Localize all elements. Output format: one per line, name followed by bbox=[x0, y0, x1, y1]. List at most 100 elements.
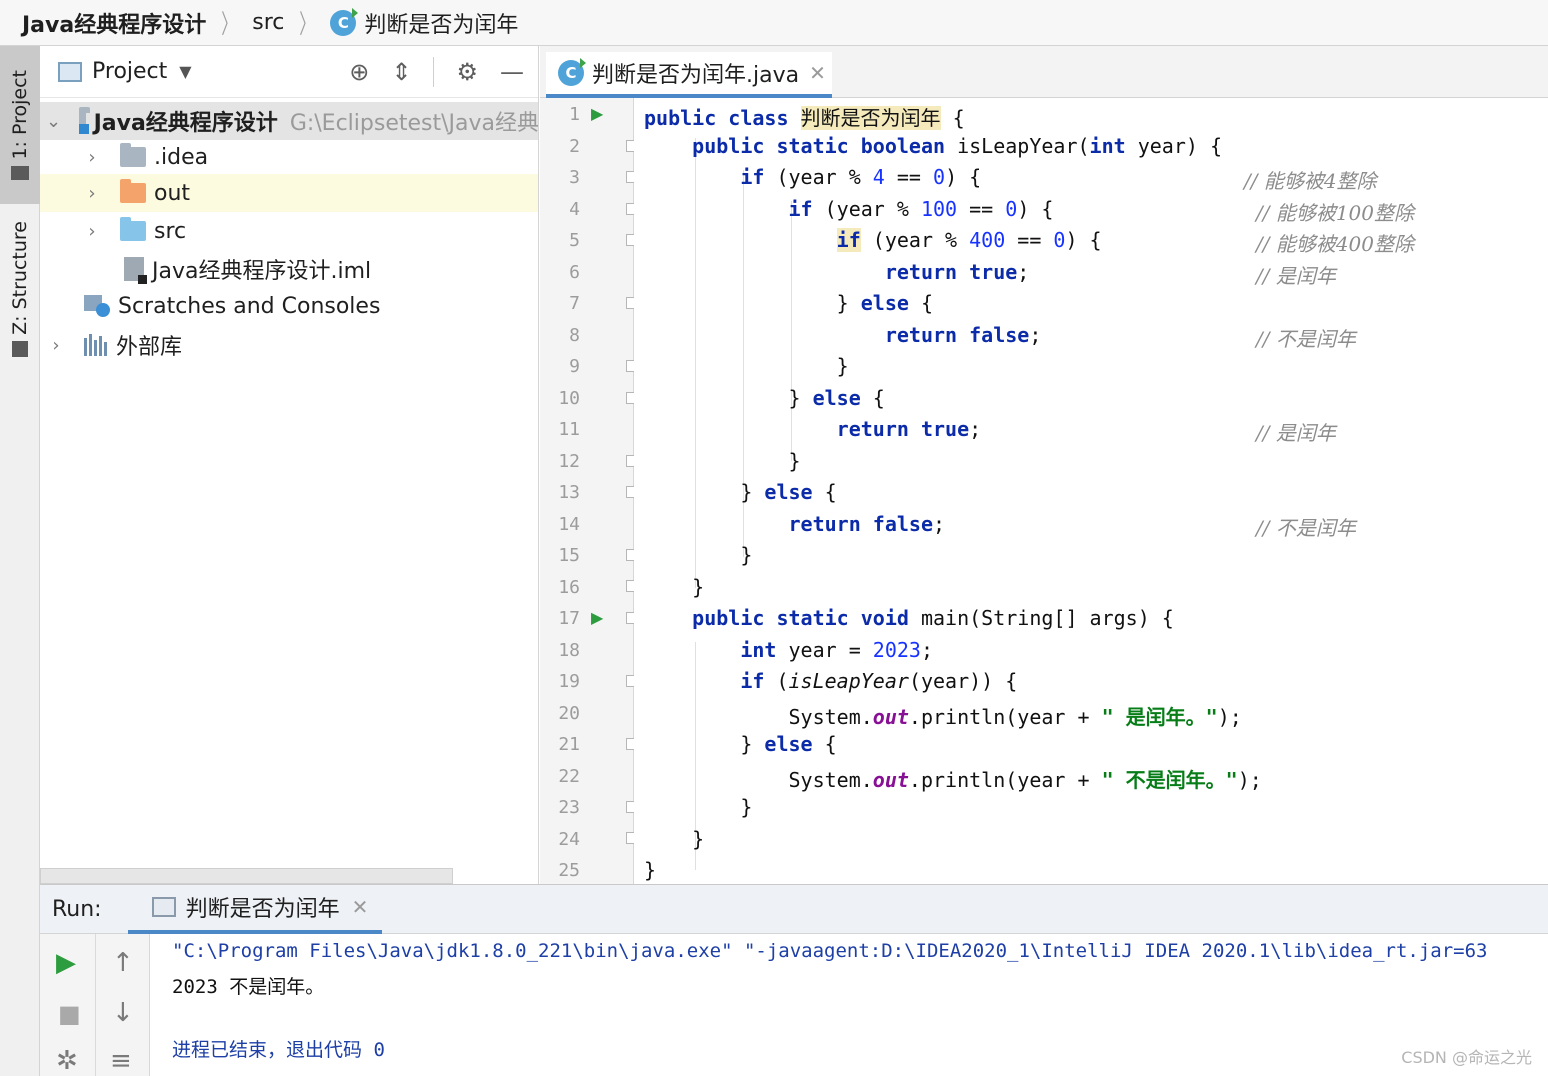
run-tab-label: 判断是否为闰年 bbox=[185, 897, 340, 922]
code-line-9: } bbox=[836, 354, 849, 378]
line-number: 6 bbox=[569, 262, 580, 283]
code-line-20: System.out.println(year + " 是闰年。"); bbox=[788, 705, 1242, 729]
tree-item-label: 外部库 bbox=[116, 335, 183, 360]
code-line-18: int year = 2023; bbox=[740, 638, 933, 662]
console-exit-line: 进程已结束，退出代码 0 bbox=[172, 1039, 385, 1061]
project-view-icon bbox=[58, 61, 82, 82]
tool-tab-structure[interactable]: Z: Structure bbox=[0, 214, 40, 364]
toolbar-divider bbox=[95, 934, 96, 1076]
debug-icon[interactable]: ✲ bbox=[56, 1046, 78, 1076]
chevron-right-icon[interactable]: › bbox=[46, 335, 66, 356]
tool-tab-project[interactable]: 1: Project bbox=[0, 46, 40, 204]
chevron-right-icon[interactable]: › bbox=[82, 147, 102, 168]
code-line-7: } else { bbox=[836, 291, 934, 315]
run-class-icon[interactable]: ▶ bbox=[591, 104, 603, 123]
code-line-13: } else { bbox=[740, 480, 837, 504]
console-output-line: 2023 不是闰年。 bbox=[172, 976, 325, 998]
run-tab[interactable]: 判断是否为闰年 ✕ bbox=[127, 884, 383, 934]
close-icon[interactable]: ✕ bbox=[352, 895, 369, 919]
project-toolbar: Project ▼ ⊕ ⇕ ⚙ — bbox=[40, 46, 538, 98]
console-output[interactable]: "C:\Program Files\Java\jdk1.8.0_221\bin\… bbox=[150, 934, 1548, 1076]
library-icon bbox=[84, 334, 110, 356]
minimize-icon[interactable]: — bbox=[500, 58, 524, 86]
code-line-2: public static boolean isLeapYear(int yea… bbox=[692, 134, 1222, 158]
code-line-8: return false; bbox=[884, 323, 1042, 347]
line-number: 16 bbox=[558, 577, 580, 598]
java-class-icon: C bbox=[558, 58, 586, 86]
tree-item-external-libs[interactable]: › 外部库 bbox=[40, 326, 538, 364]
code-comment: // 是闰年 bbox=[1256, 421, 1336, 445]
tree-item-out[interactable]: › out bbox=[40, 174, 538, 212]
code-line-6: return true; bbox=[884, 260, 1030, 284]
code-comment: // 不是闰年 bbox=[1256, 327, 1356, 351]
code-editor[interactable]: public class 判断是否为闰年 { public static boo… bbox=[634, 98, 1548, 884]
line-number: 7 bbox=[569, 293, 580, 314]
close-icon[interactable]: ✕ bbox=[809, 61, 826, 85]
chevron-right-icon[interactable]: › bbox=[82, 183, 102, 204]
tree-root-path: G:\Eclipsetest\Java经典 bbox=[289, 111, 539, 136]
collapse-all-icon[interactable]: ⇕ bbox=[391, 58, 411, 86]
folder-icon bbox=[120, 143, 146, 167]
gear-icon[interactable]: ⚙ bbox=[456, 58, 478, 86]
line-number: 20 bbox=[558, 703, 580, 724]
tree-item-idea[interactable]: › .idea bbox=[40, 138, 538, 176]
line-number: 3 bbox=[569, 167, 580, 188]
code-line-19: if (isLeapYear(year)) { bbox=[740, 669, 1018, 693]
soft-wrap-icon[interactable]: ≡ bbox=[110, 1046, 132, 1076]
code-line-15: } bbox=[740, 543, 753, 567]
locate-icon[interactable]: ⊕ bbox=[349, 58, 369, 86]
line-number: 21 bbox=[558, 734, 580, 755]
horizontal-scrollbar[interactable] bbox=[40, 868, 453, 884]
code-line-1: public class 判断是否为闰年 { bbox=[644, 106, 965, 130]
breadcrumb-folder[interactable]: src bbox=[252, 10, 284, 35]
code-line-12: } bbox=[788, 449, 801, 473]
stop-icon[interactable]: ■ bbox=[58, 1000, 81, 1028]
code-line-11: return true; bbox=[836, 417, 982, 441]
console-command-line: "C:\Program Files\Java\jdk1.8.0_221\bin\… bbox=[172, 940, 1488, 962]
chevron-down-icon[interactable]: ▼ bbox=[179, 62, 191, 81]
chevron-right-icon: 〉 bbox=[299, 10, 316, 40]
project-view-selector[interactable]: Project bbox=[92, 59, 167, 84]
left-tool-strip: 1: Project Z: Structure bbox=[0, 46, 40, 1076]
rerun-icon[interactable]: ▶ bbox=[56, 948, 76, 978]
line-number: 15 bbox=[558, 545, 580, 566]
editor-gutter: 1 2 3 4 5 6 7 8 9 10 11 12 13 14 15 16 1… bbox=[540, 98, 638, 884]
chevron-down-icon[interactable]: ⌄ bbox=[46, 111, 61, 132]
navigation-breadcrumb: Java经典程序设计 〉 src 〉 C 判断是否为闰年 bbox=[0, 0, 1548, 46]
scratches-icon bbox=[84, 295, 110, 317]
java-class-icon: C bbox=[330, 7, 359, 36]
tree-item-scratches[interactable]: Scratches and Consoles bbox=[40, 287, 538, 325]
structure-icon bbox=[12, 340, 28, 357]
tree-item-label: src bbox=[154, 218, 187, 244]
tree-root-project[interactable]: ⌄ Java经典程序设计 G:\Eclipsetest\Java经典 bbox=[40, 102, 539, 140]
line-number: 2 bbox=[569, 136, 580, 157]
editor-tab-bar: C 判断是否为闰年.java ✕ bbox=[540, 46, 1548, 98]
tree-item-iml[interactable]: Java经典程序设计.iml bbox=[40, 250, 538, 288]
run-main-icon[interactable]: ▶ bbox=[591, 608, 603, 627]
code-line-17: public static void main(String[] args) { bbox=[692, 606, 1174, 630]
arrow-down-icon[interactable]: ↓ bbox=[112, 998, 134, 1028]
source-folder-icon bbox=[120, 217, 146, 241]
breadcrumb-project[interactable]: Java经典程序设计 bbox=[22, 7, 206, 39]
line-number: 8 bbox=[569, 325, 580, 346]
line-number: 10 bbox=[558, 388, 580, 409]
arrow-up-icon[interactable]: ↑ bbox=[112, 948, 134, 978]
line-number: 9 bbox=[569, 356, 580, 377]
output-folder-icon bbox=[120, 179, 146, 203]
module-folder-icon bbox=[78, 107, 90, 134]
tree-item-label: Scratches and Consoles bbox=[118, 293, 381, 319]
line-number: 14 bbox=[558, 514, 580, 535]
tree-item-label: out bbox=[154, 180, 191, 206]
tree-item-src[interactable]: › src bbox=[40, 212, 538, 250]
line-number: 17 bbox=[558, 608, 580, 629]
line-number: 4 bbox=[569, 199, 580, 220]
breadcrumb-file[interactable]: C 判断是否为闰年 bbox=[330, 7, 518, 39]
code-line-25: } bbox=[644, 858, 657, 882]
tree-item-label: .idea bbox=[154, 144, 209, 170]
editor-tab-active[interactable]: C 判断是否为闰年.java ✕ bbox=[546, 52, 832, 98]
code-line-10: } else { bbox=[788, 386, 885, 410]
line-number: 22 bbox=[558, 766, 580, 787]
code-comment: // 能够被4整除 bbox=[1244, 169, 1377, 193]
run-config-icon bbox=[151, 897, 176, 917]
chevron-right-icon[interactable]: › bbox=[82, 221, 102, 242]
